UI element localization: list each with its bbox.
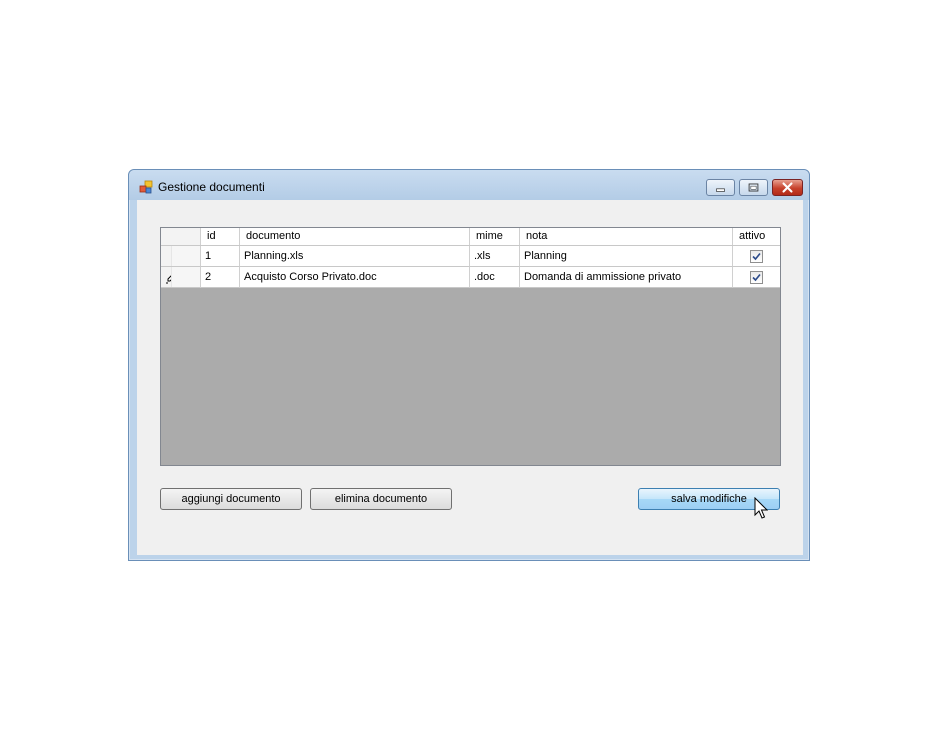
close-button[interactable] <box>772 179 803 196</box>
row-selector-inner <box>171 267 200 287</box>
attivo-checkbox[interactable] <box>750 250 763 263</box>
cell-nota[interactable]: Planning <box>520 246 733 267</box>
grid-header-row: id documento mime nota attivo <box>161 228 780 246</box>
row-selector[interactable] <box>161 246 201 267</box>
delete-document-button[interactable]: elimina documento <box>310 488 452 510</box>
column-header-nota[interactable]: nota <box>520 228 733 245</box>
cell-attivo[interactable] <box>733 246 780 267</box>
row-selector-inner <box>171 246 200 266</box>
column-header-mime[interactable]: mime <box>470 228 520 245</box>
row-selector[interactable] <box>161 267 201 288</box>
cell-mime[interactable]: .xls <box>470 246 520 267</box>
header-selector-cell[interactable] <box>161 228 201 245</box>
checkmark-icon <box>752 273 761 282</box>
cell-documento[interactable]: Acquisto Corso Privato.doc <box>240 267 470 288</box>
cell-mime[interactable]: .doc <box>470 267 520 288</box>
cell-attivo[interactable] <box>733 267 780 288</box>
minimize-icon <box>716 188 725 192</box>
attivo-checkbox[interactable] <box>750 271 763 284</box>
title-bar[interactable]: Gestione documenti <box>129 170 809 200</box>
client-area: id documento mime nota attivo 1 Planning… <box>137 200 803 555</box>
maximize-button[interactable] <box>739 179 768 196</box>
column-header-documento[interactable]: documento <box>240 228 470 245</box>
gestione-documenti-window: Gestione documenti id documento mime not… <box>128 169 810 561</box>
cell-id[interactable]: 1 <box>201 246 240 267</box>
checkmark-icon <box>752 252 761 261</box>
close-icon <box>782 182 793 193</box>
cell-documento[interactable]: Planning.xls <box>240 246 470 267</box>
window-title: Gestione documenti <box>158 180 265 194</box>
mouse-pointer-icon <box>754 497 768 519</box>
cell-id[interactable]: 2 <box>201 267 240 288</box>
minimize-button[interactable] <box>706 179 735 196</box>
documents-grid[interactable]: id documento mime nota attivo 1 Planning… <box>160 227 781 466</box>
add-document-button[interactable]: aggiungi documento <box>160 488 302 510</box>
cell-nota[interactable]: Domanda di ammissione privato <box>520 267 733 288</box>
table-row[interactable]: 2 Acquisto Corso Privato.doc .doc Domand… <box>161 267 780 288</box>
column-header-attivo[interactable]: attivo <box>733 228 780 245</box>
maximize-icon <box>748 183 759 192</box>
app-window-icon <box>139 180 153 194</box>
column-header-id[interactable]: id <box>201 228 240 245</box>
table-row[interactable]: 1 Planning.xls .xls Planning <box>161 246 780 267</box>
